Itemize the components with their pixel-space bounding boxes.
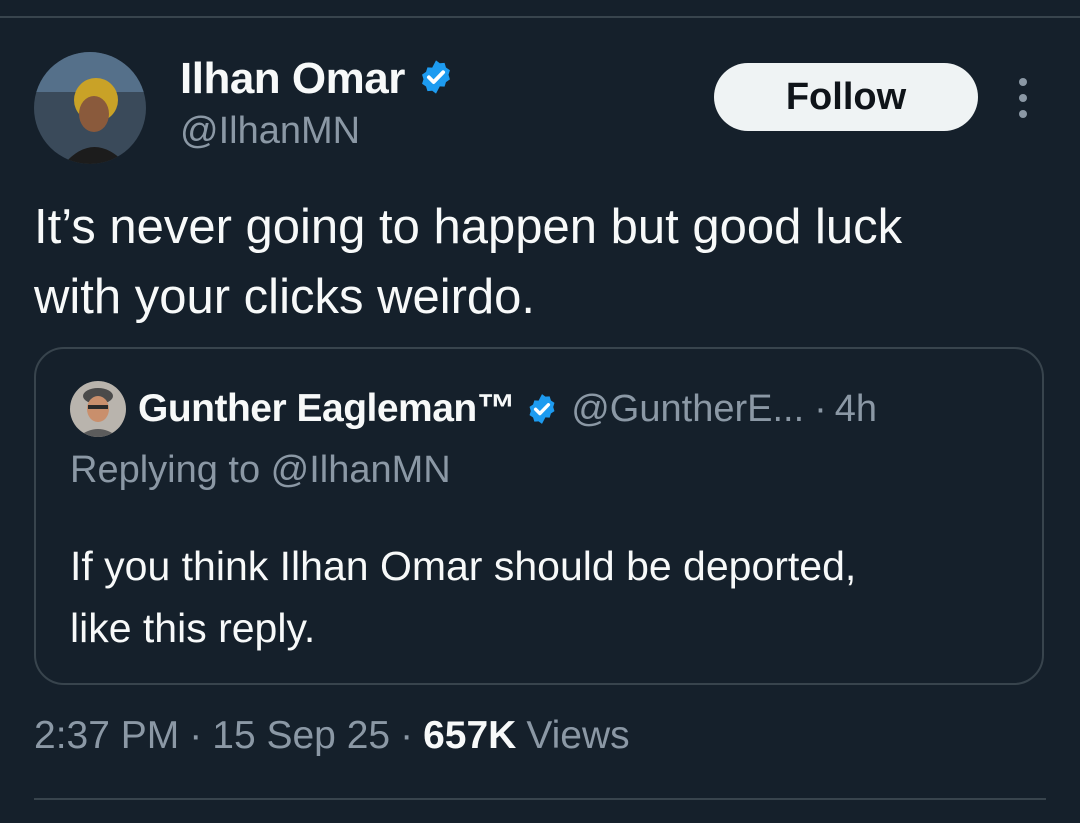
author-avatar[interactable] <box>34 52 146 164</box>
quoted-replying-to: Replying to @IlhanMN <box>70 449 451 491</box>
author-display-name[interactable]: Ilhan Omar <box>180 54 455 104</box>
quoted-tweet-text: If you think Ilhan Omar should be deport… <box>70 535 1020 659</box>
quoted-author-handle: @GuntherE... <box>571 387 805 430</box>
tweet-date[interactable]: 15 Sep 25 <box>212 714 390 758</box>
quoted-author-avatar <box>70 381 126 437</box>
more-dot <box>1019 78 1027 86</box>
views-count[interactable]: 657K <box>423 714 516 758</box>
author-handle[interactable]: @IlhanMN <box>180 110 360 153</box>
views-label: Views <box>526 714 630 757</box>
more-options-icon[interactable] <box>1008 78 1038 118</box>
more-dot <box>1019 94 1027 102</box>
more-dot <box>1019 110 1027 118</box>
meta-separator: · <box>189 714 203 757</box>
quoted-tweet-card[interactable]: Gunther Eagleman™ @GuntherE... · 4h Repl… <box>34 347 1044 685</box>
meta-separator: · <box>400 714 414 757</box>
quoted-text-line: like this reply. <box>70 605 316 651</box>
tweet-meta: 2:37 PM · 15 Sep 25 · 657K Views <box>34 714 630 758</box>
tweet-time[interactable]: 2:37 PM <box>34 714 179 758</box>
quoted-text-line: If you think Ilhan Omar should be deport… <box>70 543 857 589</box>
author-name[interactable]: Ilhan Omar <box>180 54 405 104</box>
verified-badge-icon <box>525 392 559 426</box>
follow-button[interactable]: Follow <box>714 63 978 131</box>
tweet-text-line: with your clicks weirdo. <box>34 270 536 324</box>
tweet-text: It’s never going to happen but good luck… <box>34 192 1044 332</box>
top-divider <box>0 16 1080 18</box>
verified-badge-icon <box>417 58 455 101</box>
bottom-divider <box>34 798 1046 800</box>
quoted-timestamp: 4h <box>834 387 878 430</box>
quoted-separator: · <box>814 387 827 430</box>
tweet-text-line: It’s never going to happen but good luck <box>34 200 903 254</box>
quoted-author-name: Gunther Eagleman™ <box>138 387 516 430</box>
quoted-header: Gunther Eagleman™ @GuntherE... · 4h <box>138 381 877 437</box>
